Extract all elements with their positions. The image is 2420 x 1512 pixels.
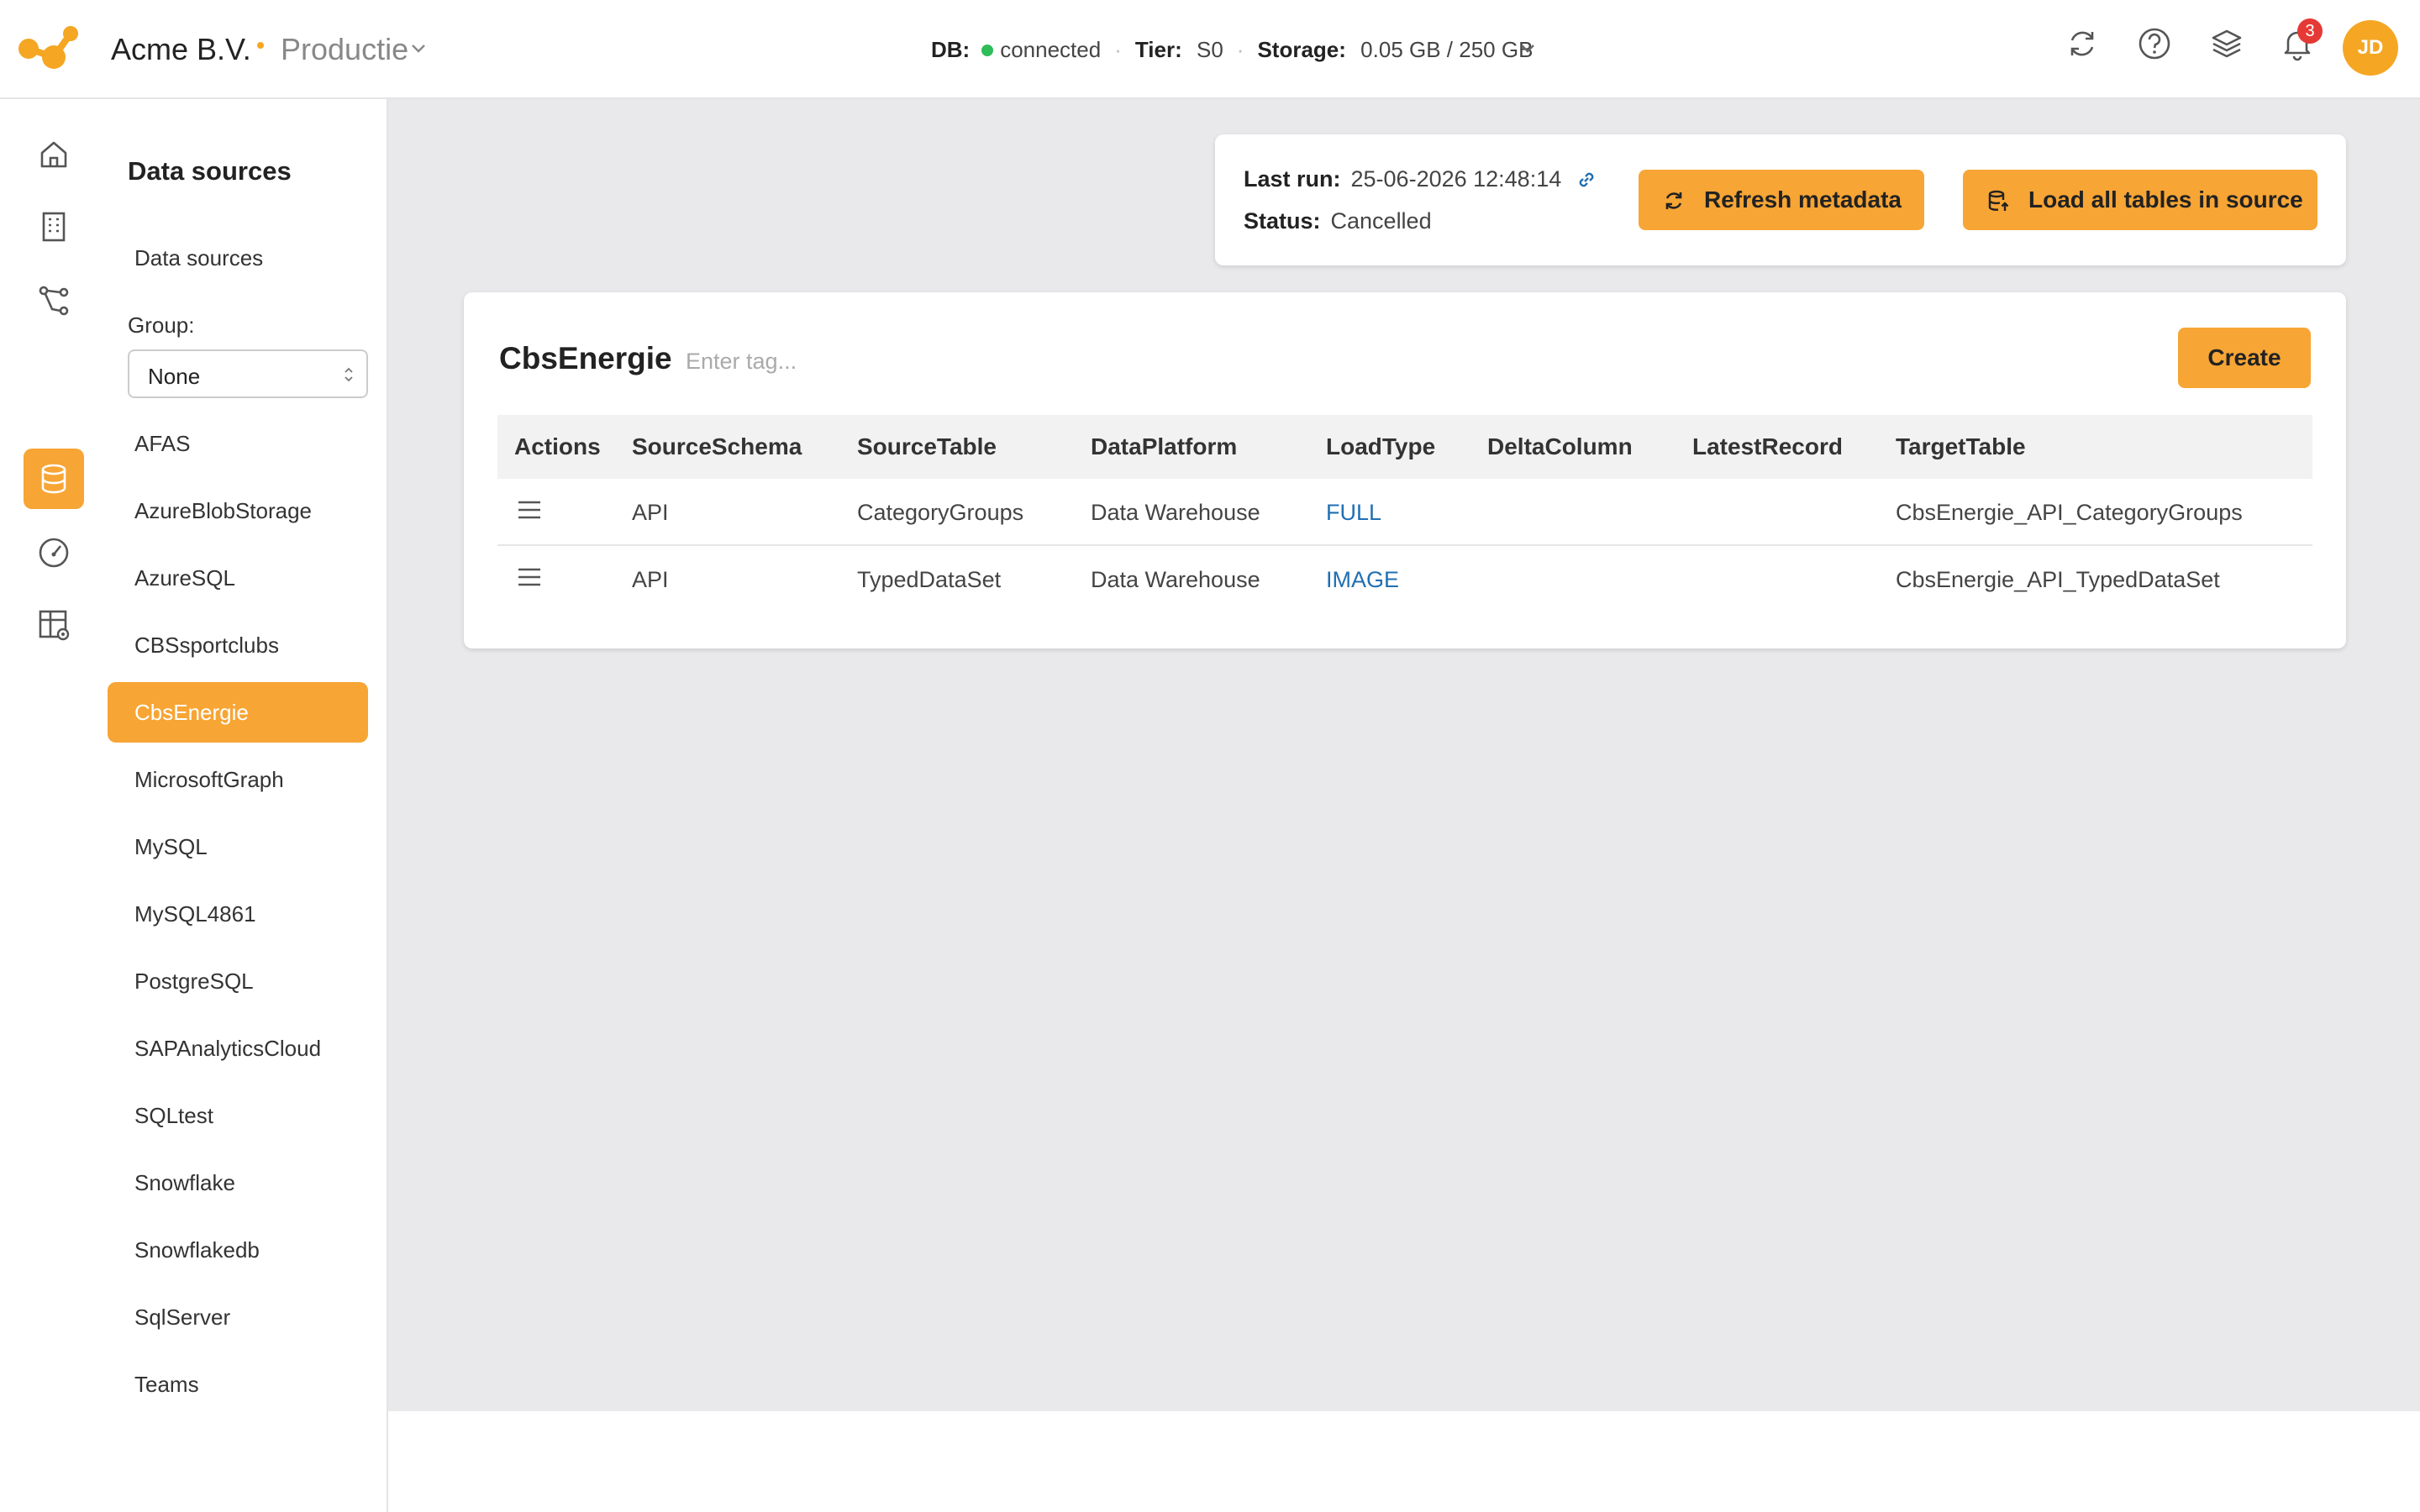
database-upload-icon xyxy=(1988,190,2009,211)
create-button[interactable]: Create xyxy=(2178,328,2311,388)
home-icon[interactable] xyxy=(35,136,72,173)
refresh-metadata-button[interactable]: Refresh metadata xyxy=(1639,170,1924,230)
sidebar-title: Data sources xyxy=(128,156,292,186)
storage-label: Storage: xyxy=(1257,37,1346,62)
cell-schema: API xyxy=(632,567,669,592)
status-dot xyxy=(981,45,994,56)
cell-table: CategoryGroups xyxy=(857,500,1024,525)
chevron-down-icon[interactable] xyxy=(1518,39,1538,59)
sidebar-item-sqltest[interactable]: SQLtest xyxy=(108,1085,368,1146)
table-header: Actions SourceSchema SourceTable DataPla… xyxy=(497,415,2312,479)
layers-icon[interactable] xyxy=(2208,25,2245,62)
notification-badge: 3 xyxy=(2297,18,2323,44)
db-status-info: DB: connected · Tier: S0 · Storage: 0.05 GB /… xyxy=(931,37,1533,63)
column-header: Actions xyxy=(514,433,601,459)
sidebar-item-microsoftgraph[interactable]: MicrosoftGraph xyxy=(108,749,368,810)
column-header: TargetTable xyxy=(1896,433,2026,459)
group-select-value: None xyxy=(148,364,201,389)
sidebar-item-sqlserver[interactable]: SqlServer xyxy=(108,1287,368,1347)
table-row[interactable]: API TypedDataSet Data Warehouse IMAGE Cb… xyxy=(497,546,2312,613)
database-icon[interactable] xyxy=(35,460,72,497)
sidebar-item-sapanalyticscloud[interactable]: SAPAnalyticsCloud xyxy=(108,1018,368,1079)
sidebar: Data sources Data sources Group: None AF… xyxy=(108,99,388,1512)
last-run-value: 25-06-2026 12:48:14 xyxy=(1350,166,1562,192)
gauge-icon[interactable] xyxy=(35,534,72,571)
cell-platform: Data Warehouse xyxy=(1091,500,1260,525)
sidebar-item-azureblobstorage[interactable]: AzureBlobStorage xyxy=(108,480,368,541)
app-logo[interactable] xyxy=(17,24,79,72)
sidebar-item-afas[interactable]: AFAS xyxy=(108,413,368,474)
chevron-updown-icon xyxy=(345,367,353,382)
status-label: Status: xyxy=(1244,208,1321,234)
sidebar-item-azuresql[interactable]: AzureSQL xyxy=(108,548,368,608)
building-icon[interactable] xyxy=(35,208,72,245)
sidebar-item-cbsenergie[interactable]: CbsEnergie xyxy=(108,682,368,743)
separator-dot xyxy=(257,42,264,49)
last-run-line: Last run: 25-06-2026 12:48:14 xyxy=(1244,166,1561,192)
sidebar-item-teams[interactable]: Teams xyxy=(108,1354,368,1415)
status-line: Status: Cancelled xyxy=(1244,208,1432,234)
link-icon[interactable] xyxy=(1575,168,1598,192)
help-icon[interactable] xyxy=(2136,25,2173,62)
group-select[interactable]: None xyxy=(128,349,368,398)
footer-area xyxy=(388,1411,2420,1512)
sidebar-item-mysql[interactable]: MySQL xyxy=(108,816,368,877)
load-all-tables-label: Load all tables in source xyxy=(2028,186,2303,213)
menu-icon[interactable] xyxy=(516,564,543,590)
refresh-icon xyxy=(1665,192,1682,209)
load-all-tables-button[interactable]: Load all tables in source xyxy=(1963,170,2317,230)
sidebar-item-snowflake[interactable]: Snowflake xyxy=(108,1152,368,1213)
column-header: SourceSchema xyxy=(632,433,802,459)
cell-schema: API xyxy=(632,500,669,525)
sidebar-link-data-sources[interactable]: Data sources xyxy=(134,245,263,271)
cell-platform: Data Warehouse xyxy=(1091,567,1260,592)
last-run-label: Last run: xyxy=(1244,166,1341,192)
menu-icon[interactable] xyxy=(516,497,543,522)
source-tables-card: CbsEnergie Create Actions SourceSchema S… xyxy=(464,292,2346,648)
db-label: DB: xyxy=(931,37,971,62)
table-settings-icon[interactable] xyxy=(35,606,72,643)
separator: · xyxy=(1236,37,1244,62)
db-status: connected xyxy=(1000,37,1102,62)
run-status-card: Last run: 25-06-2026 12:48:14 Status: Canc… xyxy=(1215,134,2346,265)
status-value: Cancelled xyxy=(1330,208,1432,234)
pipeline-icon[interactable] xyxy=(35,282,72,319)
column-header: LatestRecord xyxy=(1692,433,1843,459)
sidebar-item-mysql4861[interactable]: MySQL4861 xyxy=(108,884,368,944)
storage-value: 0.05 GB / 250 GB xyxy=(1360,37,1534,62)
cell-loadtype-link[interactable]: IMAGE xyxy=(1326,546,1399,613)
sidebar-item-postgresql[interactable]: PostgreSQL xyxy=(108,951,368,1011)
top-bar: Acme B.V. Productie DB: connected · Tier: S… xyxy=(0,0,2420,99)
tag-input[interactable] xyxy=(686,343,938,380)
cell-target: CbsEnergie_API_CategoryGroups xyxy=(1896,500,2243,525)
column-header: DeltaColumn xyxy=(1487,433,1633,459)
cell-target: CbsEnergie_API_TypedDataSet xyxy=(1896,567,2220,592)
refresh-metadata-label: Refresh metadata xyxy=(1704,186,1902,213)
column-header: DataPlatform xyxy=(1091,433,1238,459)
environment-selector[interactable]: Productie xyxy=(281,32,408,67)
cell-loadtype-link[interactable]: FULL xyxy=(1326,479,1381,546)
column-header: LoadType xyxy=(1326,433,1436,459)
separator: · xyxy=(1114,37,1122,62)
table-row[interactable]: API CategoryGroups Data Warehouse FULL C… xyxy=(497,479,2312,546)
tier-label: Tier: xyxy=(1134,37,1182,62)
avatar[interactable]: JD xyxy=(2343,20,2398,76)
tier-value: S0 xyxy=(1196,37,1223,62)
company-name: Acme B.V. xyxy=(111,32,251,66)
chevron-down-icon[interactable] xyxy=(408,39,429,59)
source-title: CbsEnergie xyxy=(499,341,672,375)
cell-table: TypedDataSet xyxy=(857,567,1002,592)
sidebar-item-cbssportclubs[interactable]: CBSsportclubs xyxy=(108,615,368,675)
refresh-icon[interactable] xyxy=(2064,25,2101,62)
sidebar-item-snowflakedb[interactable]: Snowflakedb xyxy=(108,1220,368,1280)
column-header: SourceTable xyxy=(857,433,997,459)
icon-rail xyxy=(0,99,108,1512)
group-label: Group: xyxy=(128,312,195,338)
